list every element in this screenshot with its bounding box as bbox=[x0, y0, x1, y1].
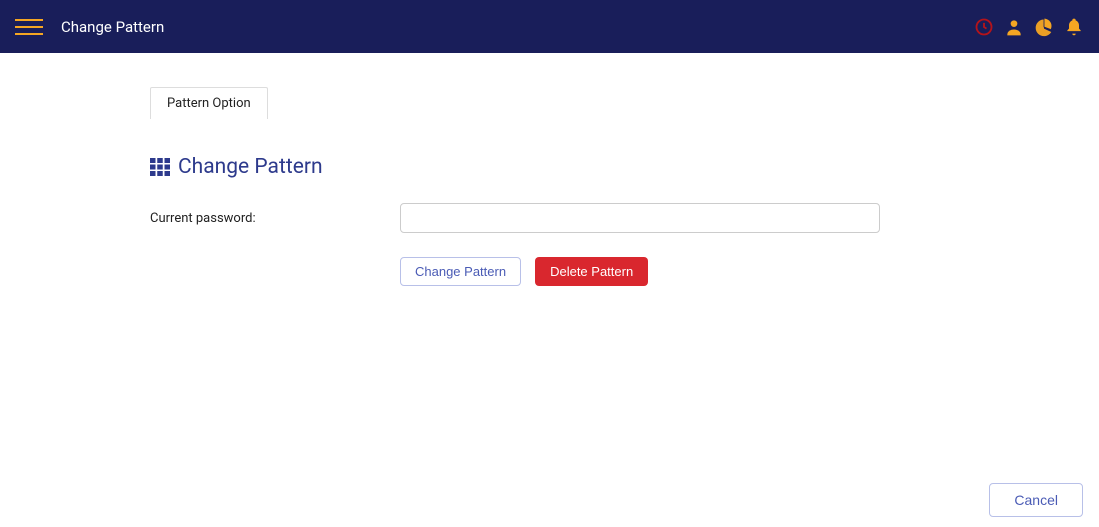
header-right bbox=[974, 17, 1084, 37]
change-pattern-button[interactable]: Change Pattern bbox=[400, 257, 521, 286]
hamburger-icon[interactable] bbox=[15, 15, 43, 39]
footer-actions: Cancel bbox=[989, 483, 1083, 517]
clock-icon[interactable] bbox=[974, 17, 994, 37]
pie-chart-icon[interactable] bbox=[1034, 17, 1054, 37]
main-content: Pattern Option Change Pattern Current pa… bbox=[0, 53, 1099, 286]
cancel-button[interactable]: Cancel bbox=[989, 483, 1083, 517]
form-row-current-password: Current password: bbox=[150, 203, 949, 233]
bell-icon[interactable] bbox=[1064, 17, 1084, 37]
delete-pattern-button[interactable]: Delete Pattern bbox=[535, 257, 648, 286]
current-password-label: Current password: bbox=[150, 211, 400, 226]
grid-icon bbox=[150, 158, 170, 176]
header-left: Change Pattern bbox=[15, 15, 164, 39]
button-row: Change Pattern Delete Pattern bbox=[400, 257, 949, 286]
section-header: Change Pattern bbox=[150, 155, 949, 179]
user-icon[interactable] bbox=[1004, 17, 1024, 37]
section-title: Change Pattern bbox=[178, 155, 323, 179]
tab-pattern-option[interactable]: Pattern Option bbox=[150, 87, 268, 119]
app-header: Change Pattern bbox=[0, 0, 1099, 53]
current-password-input[interactable] bbox=[400, 203, 880, 233]
page-title: Change Pattern bbox=[61, 18, 164, 36]
tab-bar: Pattern Option bbox=[150, 87, 949, 119]
